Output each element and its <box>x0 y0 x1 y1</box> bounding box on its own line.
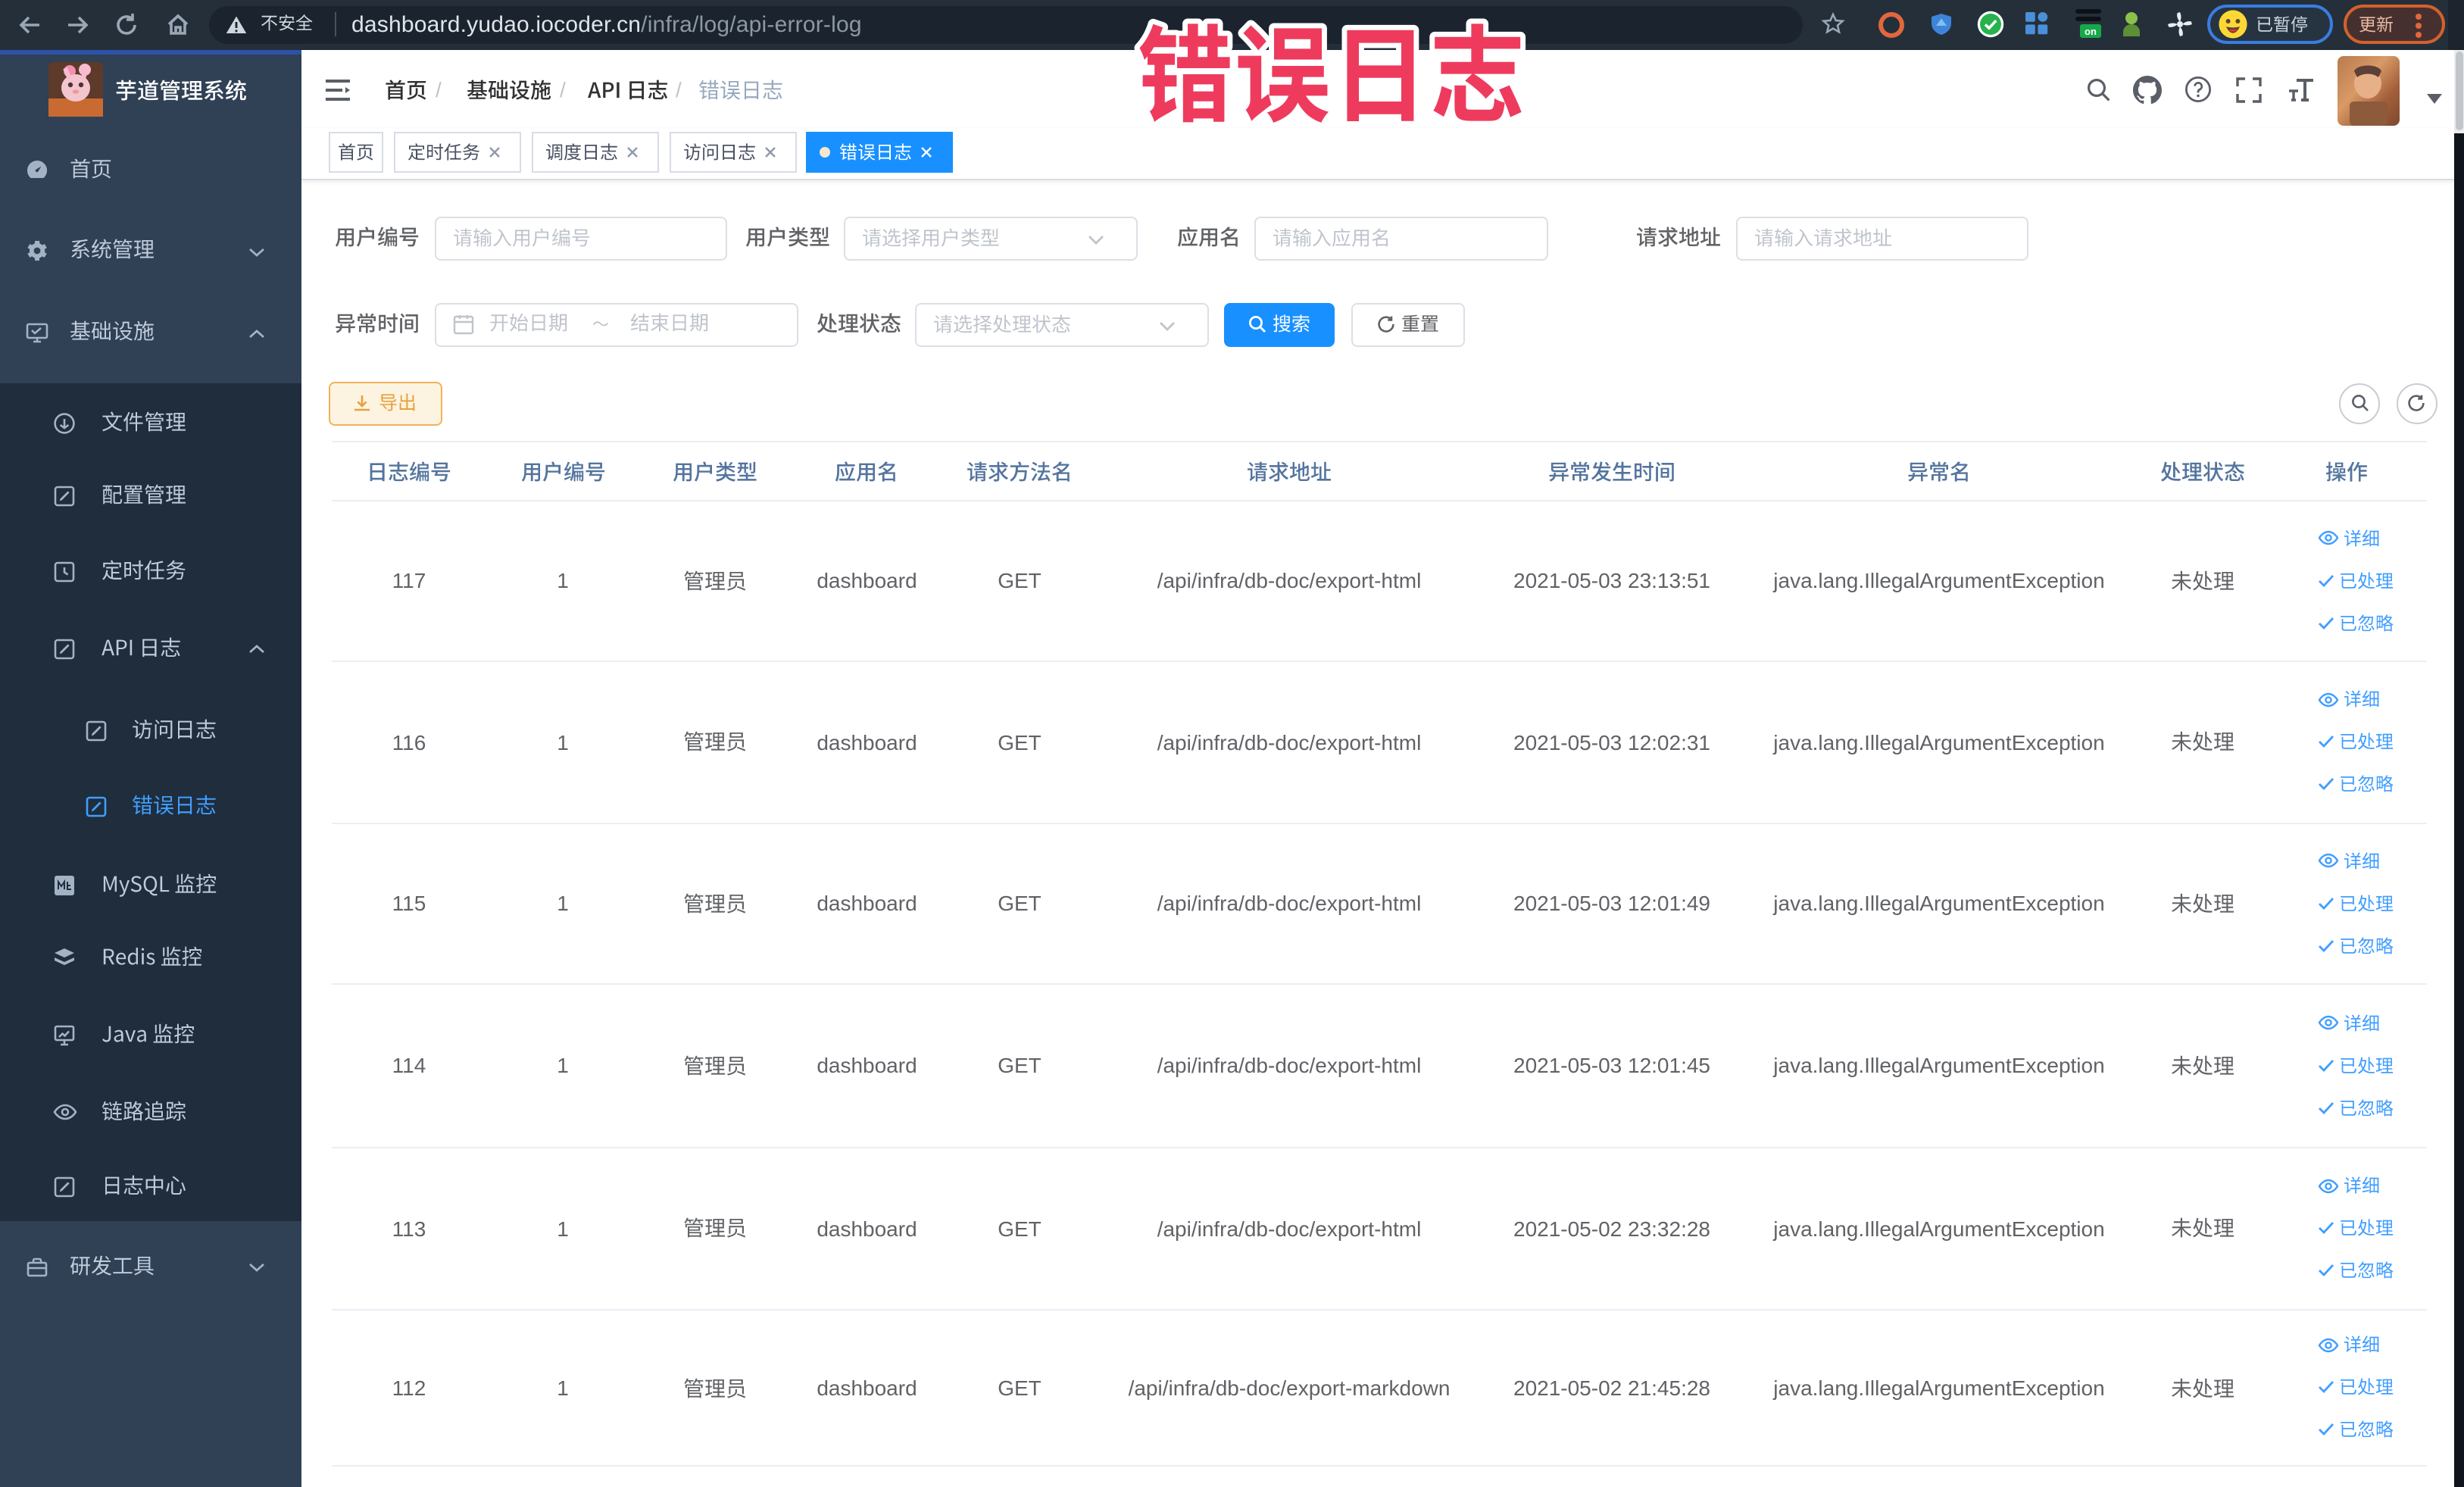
svg-text:on: on <box>2085 26 2097 37</box>
